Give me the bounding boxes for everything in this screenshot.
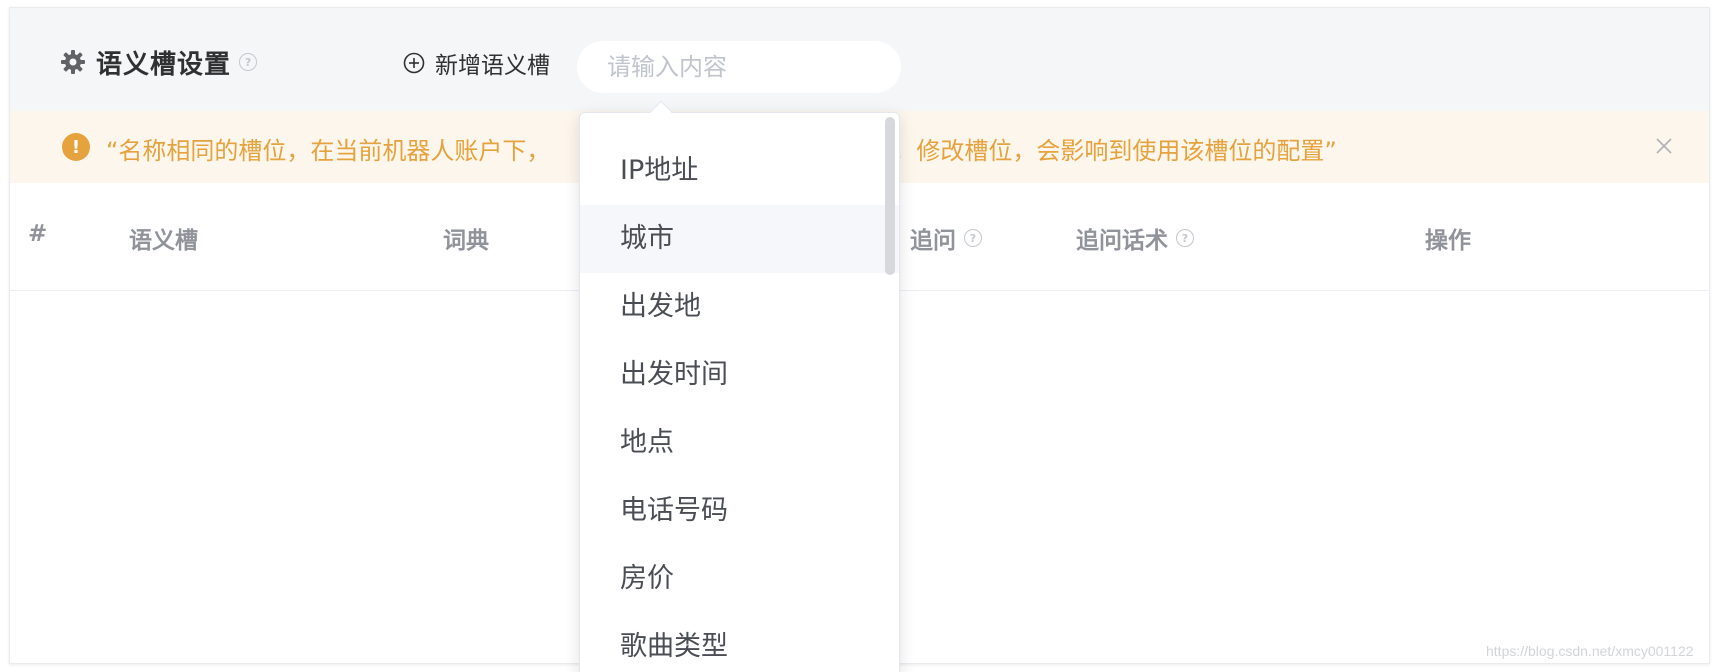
close-icon[interactable] (1649, 131, 1679, 161)
dropdown-option[interactable]: 房价 (580, 545, 899, 613)
column-header-actions: 操作 (1425, 221, 1471, 255)
dropdown-option[interactable]: 出发地 (580, 273, 899, 341)
title-group: 语义槽设置 ? (60, 42, 258, 82)
watermark: https://blog.csdn.net/xmcy001122 (1486, 643, 1694, 659)
plus-circle-icon (403, 52, 425, 74)
add-slot-button[interactable]: 新增语义槽 (403, 48, 550, 79)
column-header-follow-up-script: 追问话术 ? (1076, 221, 1194, 255)
help-icon[interactable]: ? (1176, 229, 1194, 247)
dropdown-option[interactable]: 地点 (580, 409, 899, 477)
search-input[interactable] (577, 41, 901, 93)
gear-icon (60, 49, 86, 75)
column-label: # (28, 221, 48, 247)
warning-icon: ! (62, 133, 90, 161)
help-icon[interactable]: ? (239, 53, 258, 71)
column-header-follow-up: 追问 ? (910, 221, 982, 255)
dropdown-scrollbar[interactable] (885, 117, 895, 275)
column-label: 追问话术 (1076, 228, 1168, 254)
dropdown-option[interactable]: IP地址 (580, 137, 899, 205)
column-label: 词典 (443, 228, 489, 254)
column-header-index: # (28, 221, 47, 247)
dropdown-option[interactable]: 城市 (580, 205, 899, 273)
app-root: 语义槽设置 ? 新增语义槽 ! “名称相同的槽位，在当前机器人账户下， 的，修改槽… (0, 0, 1730, 672)
column-header-dictionary: 词典 (443, 221, 489, 255)
suggestion-dropdown: IP地址 城市 出发地 出发时间 地点 电话号码 房价 歌曲类型 (579, 112, 900, 672)
add-slot-label: 新增语义槽 (435, 53, 550, 79)
alert-text-end: 的，修改槽位，会影响到使用该槽位的配置” (868, 137, 1337, 165)
column-label: 追问 (910, 228, 956, 254)
page-title: 语义槽设置 (96, 49, 232, 80)
column-label: 操作 (1425, 228, 1471, 254)
dropdown-option[interactable]: 歌曲类型 (580, 613, 899, 672)
dropdown-option[interactable]: 电话号码 (580, 477, 899, 545)
alert-text-start: “名称相同的槽位，在当前机器人账户下， (106, 137, 551, 165)
help-icon[interactable]: ? (964, 229, 982, 247)
column-label: 语义槽 (129, 228, 198, 254)
dropdown-option[interactable]: 出发时间 (580, 341, 899, 409)
panel-header: 语义槽设置 ? 新增语义槽 (10, 8, 1709, 111)
dropdown-list: IP地址 城市 出发地 出发时间 地点 电话号码 房价 歌曲类型 (580, 137, 899, 672)
column-header-slot: 语义槽 (129, 221, 198, 255)
